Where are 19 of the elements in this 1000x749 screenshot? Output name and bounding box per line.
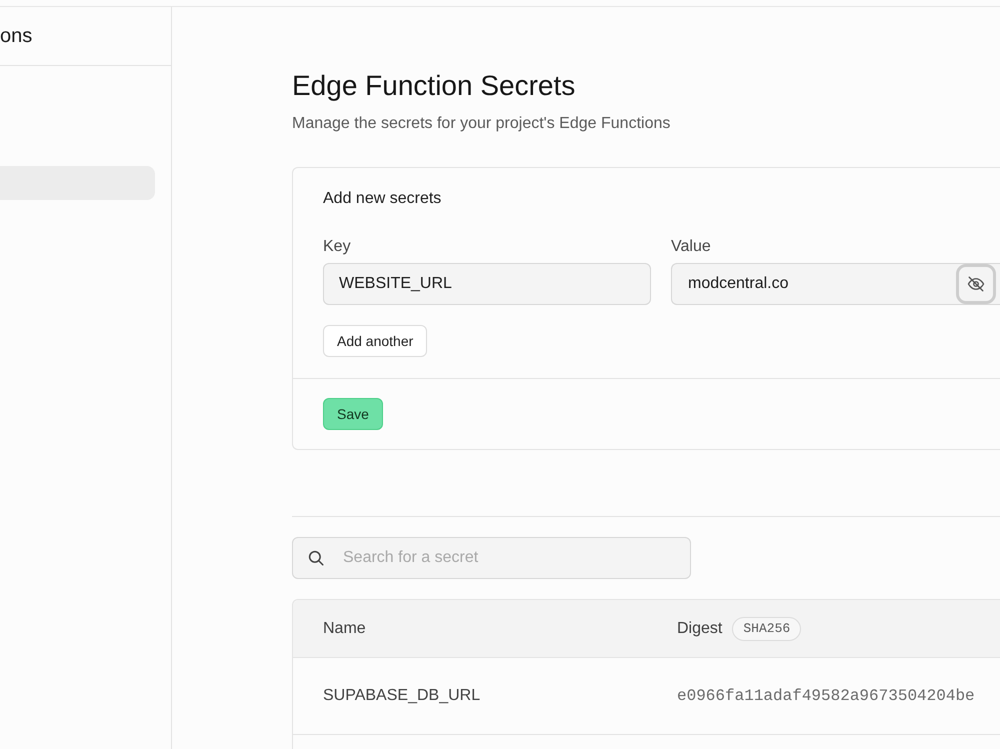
hash-type-badge: SHA256 (732, 616, 802, 640)
search-icon (307, 549, 325, 567)
field-label: Key (323, 237, 352, 257)
field-label: Value (671, 237, 712, 257)
value-input[interactable]: modcentral.co (671, 263, 1000, 305)
eye-slash-icon (967, 275, 985, 293)
visibility-toggle-button[interactable] (956, 264, 996, 304)
page-title: Edge Function Secrets (292, 69, 576, 103)
column-header: Name (323, 620, 366, 636)
table-cell: SUPABASE_DB_URL (323, 687, 480, 704)
table-cell: e0966fa11adaf49582a9673504204be (677, 687, 975, 705)
page-subtitle: Manage the secrets for your project's Edge Functions (292, 114, 672, 134)
card-title: Add new secrets (323, 189, 442, 209)
save-button[interactable]: Save (323, 398, 383, 430)
search-field[interactable]: Search for a secret (292, 537, 691, 579)
key-input[interactable]: WEBSITE_URL (323, 263, 651, 305)
sidebar-title: ons (0, 24, 32, 48)
add-another-button[interactable]: Add another (323, 325, 428, 357)
column-header: Digest (677, 618, 722, 638)
